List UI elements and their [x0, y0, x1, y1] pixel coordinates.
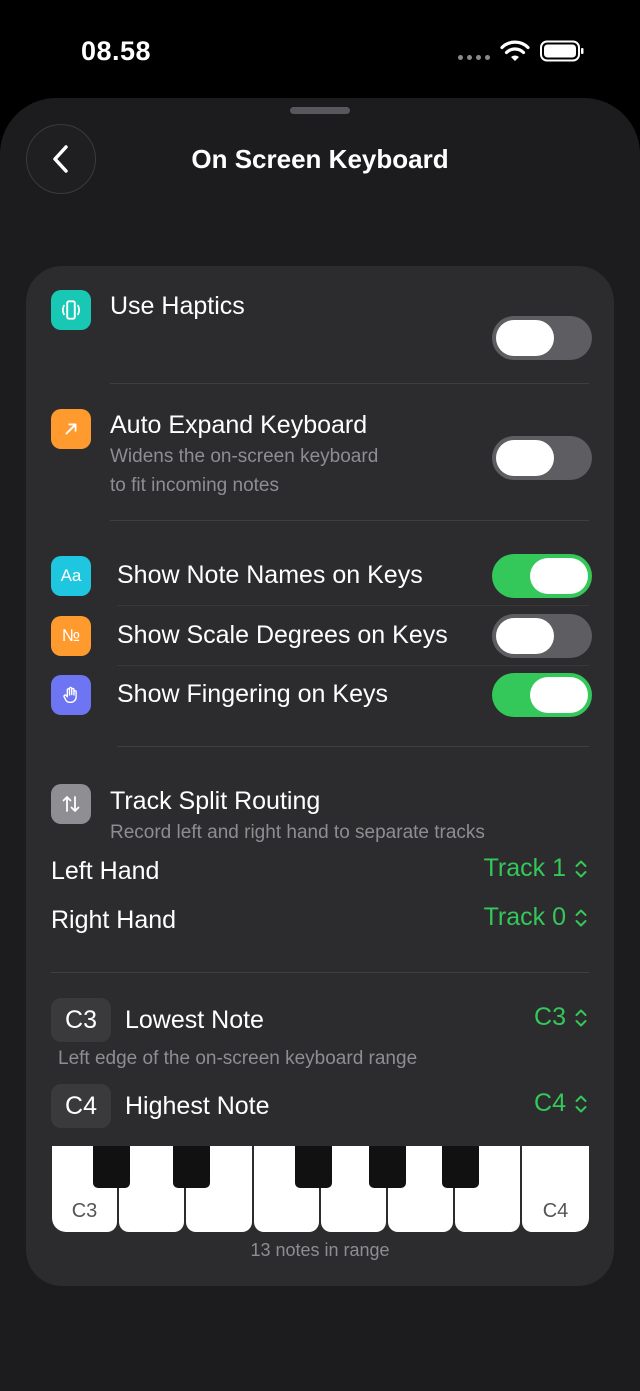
use-haptics-toggle[interactable] — [492, 316, 592, 360]
piano-black-key[interactable] — [295, 1146, 332, 1188]
note-names-toggle[interactable] — [492, 554, 592, 598]
lowest-note-badge: C3 — [51, 998, 111, 1042]
left-hand-track-picker[interactable]: Track 1 — [484, 854, 588, 883]
auto-expand-subtitle: to fit incoming notes — [110, 475, 279, 496]
chevron-up-down-icon — [575, 909, 587, 926]
track-split-subtitle: Record left and right hand to separate t… — [110, 822, 485, 843]
highest-note-label: Highest Note — [125, 1092, 270, 1120]
piano-keyboard: C3 C4 — [52, 1146, 589, 1232]
toggle-knob — [530, 558, 588, 594]
toggle-knob — [496, 320, 554, 356]
piano-white-key[interactable]: C4 — [522, 1146, 589, 1232]
key-label: C3 — [71, 1200, 98, 1222]
haptics-phone-icon — [51, 290, 91, 330]
use-haptics-label: Use Haptics — [110, 292, 245, 320]
battery-icon — [540, 40, 584, 62]
track-split-label: Track Split Routing — [110, 787, 321, 815]
lowest-note-picker[interactable]: C3 — [534, 1003, 588, 1032]
arrow-up-right-icon — [51, 409, 91, 449]
key-label: C4 — [542, 1200, 569, 1222]
piano-black-key[interactable] — [369, 1146, 406, 1188]
cellular-signal-icon — [458, 55, 490, 60]
scale-degrees-icon: № — [51, 616, 91, 656]
highest-note-badge: C4 — [51, 1084, 111, 1128]
left-hand-label: Left Hand — [51, 857, 160, 885]
range-caption: 13 notes in range — [250, 1240, 390, 1260]
divider — [51, 972, 589, 973]
note-names-icon: Aa — [51, 556, 91, 596]
piano-black-key[interactable] — [93, 1146, 130, 1188]
fingering-toggle[interactable] — [492, 673, 592, 717]
status-time: 08.58 — [81, 36, 152, 66]
lowest-note-label: Lowest Note — [125, 1006, 264, 1034]
highest-note-picker[interactable]: C4 — [534, 1089, 588, 1118]
auto-expand-label: Auto Expand Keyboard — [110, 411, 368, 439]
divider — [117, 605, 589, 606]
piano-black-key[interactable] — [173, 1146, 210, 1188]
toggle-knob — [530, 677, 588, 713]
divider — [110, 383, 589, 384]
piano-black-key[interactable] — [442, 1146, 479, 1188]
arrows-up-down-icon — [51, 784, 91, 824]
divider — [117, 746, 589, 747]
chevron-up-down-icon — [575, 1009, 587, 1026]
divider — [110, 520, 589, 521]
toggle-knob — [496, 618, 554, 654]
right-hand-label: Right Hand — [51, 906, 177, 934]
divider — [117, 665, 589, 666]
scale-degrees-label: Show Scale Degrees on Keys — [117, 621, 448, 649]
lowest-note-subtitle: Left edge of the on-screen keyboard rang… — [58, 1048, 418, 1069]
note-names-label: Show Note Names on Keys — [117, 561, 423, 589]
page-title: On Screen Keyboard — [191, 144, 449, 174]
sheet-grabber[interactable] — [290, 107, 350, 114]
scale-degrees-toggle[interactable] — [492, 614, 592, 658]
chevron-up-down-icon — [575, 1095, 587, 1112]
fingering-label: Show Fingering on Keys — [117, 680, 388, 708]
wifi-icon — [500, 40, 530, 61]
hand-icon — [51, 675, 91, 715]
chevron-up-down-icon — [575, 860, 587, 877]
toggle-knob — [496, 440, 554, 476]
auto-expand-toggle[interactable] — [492, 436, 592, 480]
auto-expand-subtitle: Widens the on-screen keyboard — [110, 446, 379, 467]
right-hand-track-picker[interactable]: Track 0 — [484, 903, 588, 932]
status-bar: 08.58 — [0, 0, 640, 100]
